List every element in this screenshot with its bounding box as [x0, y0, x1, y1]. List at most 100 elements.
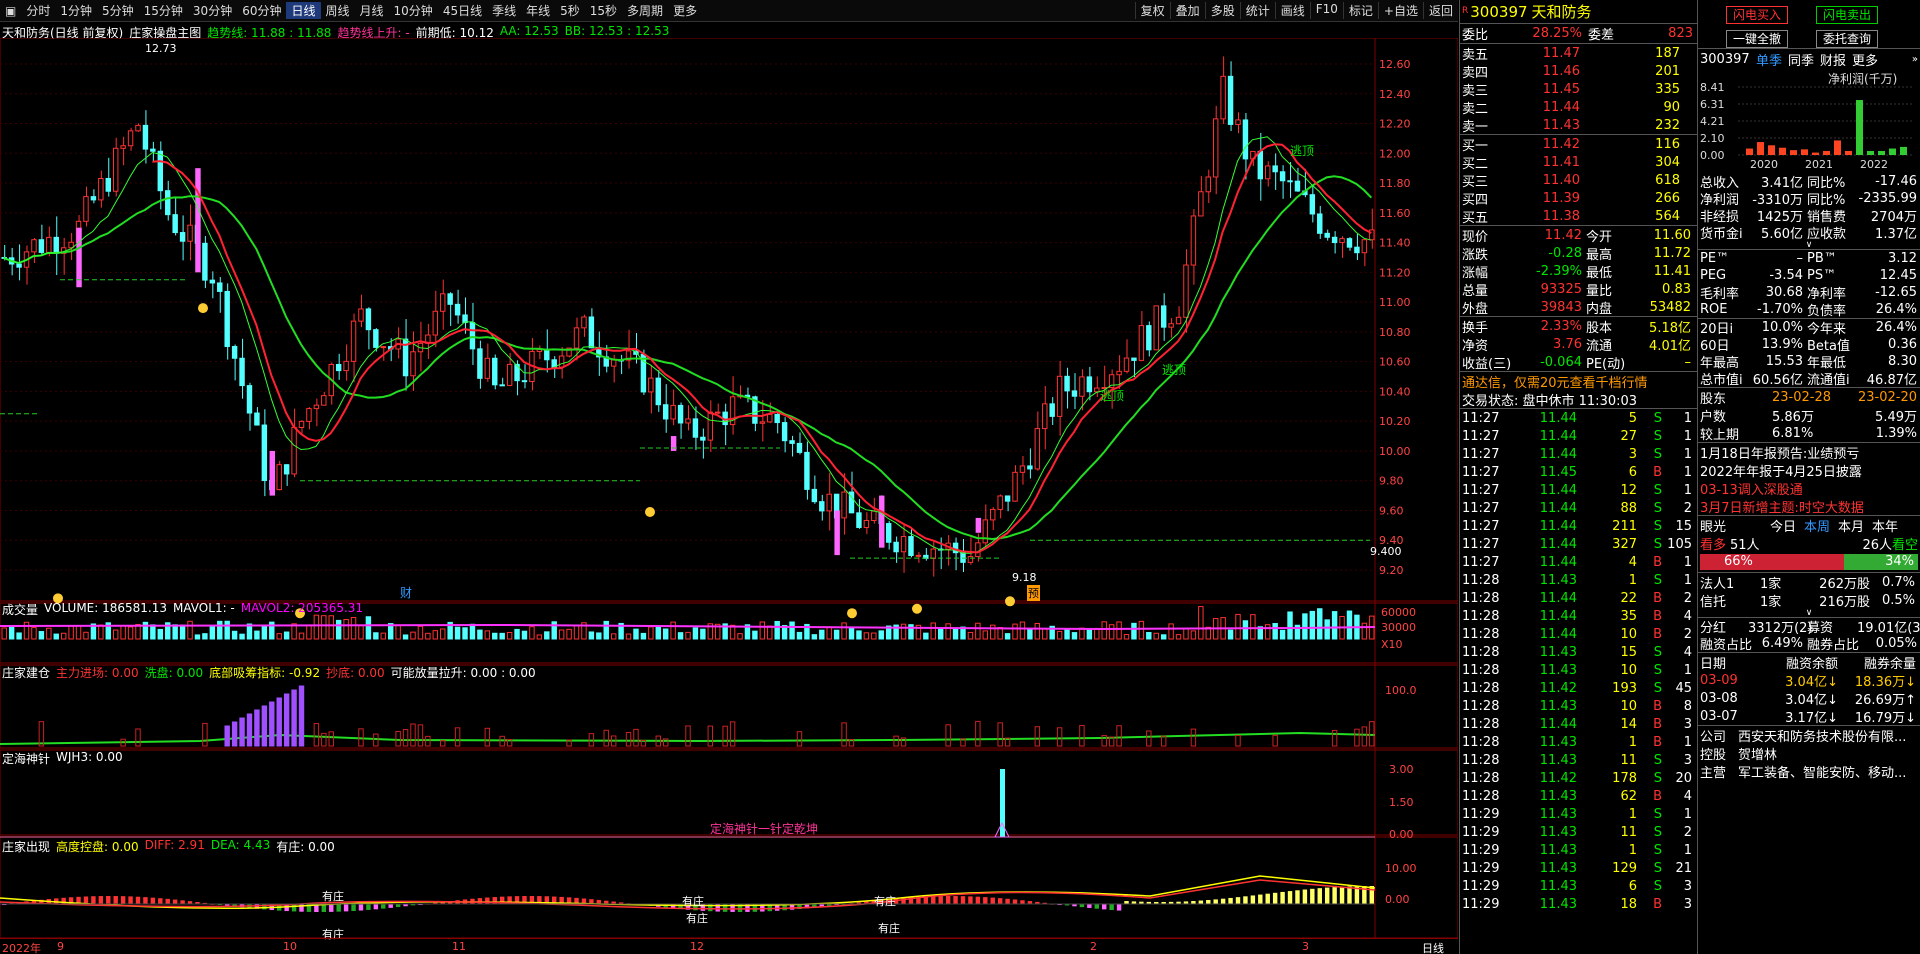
back-button[interactable]: 返回: [1422, 2, 1458, 19]
candle-body: [930, 548, 936, 559]
macd-bar: [113, 896, 118, 904]
youzhuang-tag-4: 有庄: [686, 912, 708, 925]
add-watchlist-button[interactable]: +自选: [1377, 2, 1423, 19]
tag-yu[interactable]: 预: [1027, 585, 1040, 601]
cancel-all-button[interactable]: 一键全撤: [1726, 30, 1789, 48]
jiancang-bar: [722, 725, 728, 747]
tick-row: 11:27 11.45 6 B 1: [1460, 463, 1697, 481]
level2-notice[interactable]: 通达信，仅需20元查看千档行情: [1460, 372, 1697, 391]
tab-daily[interactable]: 日线: [286, 2, 321, 19]
jiancang-bar: [1369, 721, 1375, 747]
tab-more[interactable]: 更多: [668, 2, 702, 19]
period-tab-bottom[interactable]: 日线: [1422, 940, 1444, 954]
tab-monthly[interactable]: 月线: [355, 2, 389, 19]
volume-bar: [1012, 623, 1018, 640]
buy-row[interactable]: 买二 11.41 304: [1460, 153, 1697, 172]
menu-icon[interactable]: ▣: [0, 4, 21, 18]
kline-chart-area[interactable]: 12.60 12.40 12.20 12.00 11.80 11.60 11.40 11.20…: [0, 38, 1458, 954]
stat-label: 最低: [1586, 265, 1613, 281]
tab-weekly[interactable]: 周线: [321, 2, 355, 19]
tab-multi-period[interactable]: 多周期: [622, 2, 668, 19]
buy-row[interactable]: 买三 11.40 618: [1460, 171, 1697, 190]
multi-stock-button[interactable]: 多股: [1204, 2, 1240, 19]
tab-60min[interactable]: 60分钟: [237, 2, 286, 19]
tag-cai[interactable]: 财: [400, 584, 412, 601]
y-tick-label: 60000: [1381, 606, 1416, 619]
tab-5sec[interactable]: 5秒: [555, 2, 585, 19]
tick-volume: 327: [1612, 536, 1637, 552]
tab-15min[interactable]: 15分钟: [139, 2, 188, 19]
fin-tab-report[interactable]: 财报: [1820, 50, 1846, 69]
dinghai-title[interactable]: 定海神针: [2, 750, 50, 767]
fin-tab-same[interactable]: 同季: [1788, 50, 1814, 69]
tick-side: B: [1653, 626, 1662, 642]
volume-title[interactable]: 成交量: [2, 601, 38, 618]
chuxian-title[interactable]: 庄家出现: [2, 838, 50, 855]
sell-row[interactable]: 卖五 11.47 187: [1460, 44, 1697, 63]
news-list[interactable]: 1月18日年报预告:业绩预亏 2022年年报于4月25日披露 03-13调入深股通 3…: [1698, 443, 1920, 516]
profit-bar: [1867, 150, 1874, 155]
book-volume: 564: [1655, 208, 1680, 224]
fin-expand-icon[interactable]: »: [1912, 54, 1918, 65]
news-item[interactable]: 2022年年报于4月25日披露: [1698, 461, 1920, 480]
eye-tab[interactable]: 本月: [1838, 516, 1864, 535]
sell-row[interactable]: 卖一 11.43 232: [1460, 116, 1697, 135]
jiancang-bar: [276, 697, 282, 747]
volume-info: 成交量 VOLUME: 186581.13 MAVOL1: - MAVOL2: …: [2, 601, 363, 618]
volume-bar: [335, 619, 342, 640]
candle-body: [1079, 376, 1085, 397]
stat-label: 换手: [1462, 320, 1489, 336]
holders-label: 股东: [1700, 391, 1727, 407]
tab-year[interactable]: 年线: [521, 2, 555, 19]
stats-button[interactable]: 统计: [1239, 2, 1275, 19]
eye-tab[interactable]: 今日: [1770, 516, 1796, 535]
fin-label: 毛利率: [1700, 287, 1740, 302]
candle-body: [1227, 75, 1234, 125]
news-item[interactable]: 03-13调入深股通: [1698, 479, 1920, 498]
flash-sell-button[interactable]: 闪电卖出: [1816, 6, 1879, 24]
f10-button[interactable]: F10: [1309, 2, 1343, 19]
fin-tab-more[interactable]: 更多: [1852, 50, 1878, 69]
news-item[interactable]: 1月18日年报预告:业绩预亏: [1698, 443, 1920, 462]
order-query-button[interactable]: 委托查询: [1816, 30, 1879, 48]
buy-row[interactable]: 买四 11.39 266: [1460, 189, 1697, 208]
overlay-button[interactable]: 叠加: [1169, 2, 1205, 19]
eye-tab[interactable]: 本年: [1872, 516, 1898, 535]
sell-row[interactable]: 卖三 11.45 335: [1460, 80, 1697, 99]
fuquan-button[interactable]: 复权: [1134, 2, 1170, 19]
tab-quarter[interactable]: 季线: [487, 2, 521, 19]
candle-body: [1138, 325, 1145, 361]
volume-bar: [1004, 633, 1011, 640]
candle-body: [157, 150, 164, 192]
fin-tab-single[interactable]: 单季: [1756, 50, 1782, 69]
tab-10min[interactable]: 10分钟: [389, 2, 438, 19]
buy-row[interactable]: 买一 11.42 116: [1460, 135, 1697, 154]
mark-button[interactable]: 标记: [1342, 2, 1378, 19]
tab-fenshi[interactable]: 分时: [21, 2, 55, 19]
stat-value: 11.41: [1653, 263, 1691, 279]
volume-bar: [46, 627, 52, 640]
news-item[interactable]: 3月7日新增主题:时空大数据: [1698, 497, 1920, 516]
tick-list[interactable]: 11:27 11.44 5 S 1 11:27 11.44 27 S 1 11:27 11.44 3 S 1…: [1460, 409, 1697, 912]
weibi-value: 28.25%: [1532, 26, 1582, 41]
y-tick-label: 10.00: [1385, 862, 1417, 875]
tab-1min[interactable]: 1分钟: [55, 2, 97, 19]
sell-row[interactable]: 卖四 11.46 201: [1460, 62, 1697, 81]
jiancang-title[interactable]: 庄家建仓: [2, 664, 50, 681]
tab-15sec[interactable]: 15秒: [585, 2, 622, 19]
tab-45day[interactable]: 45日线: [438, 2, 487, 19]
tick-count: 3: [1683, 752, 1692, 768]
fin-value: 10.0%: [1761, 320, 1803, 335]
tick-row: 11:28 11.44 35 B 4: [1460, 607, 1697, 625]
candle-body: [1131, 357, 1137, 361]
flash-buy-button[interactable]: 闪电买入: [1726, 6, 1789, 24]
draw-button[interactable]: 画线: [1274, 2, 1310, 19]
margin-cell: 16.79万↓: [1854, 710, 1916, 726]
sell-row[interactable]: 卖二 11.44 90: [1460, 98, 1697, 117]
buy-row[interactable]: 买五 11.38 564: [1460, 207, 1697, 226]
eye-tab[interactable]: 本周: [1804, 516, 1830, 535]
candle-body: [306, 408, 312, 422]
tab-30min[interactable]: 30分钟: [188, 2, 237, 19]
tab-5min[interactable]: 5分钟: [97, 2, 139, 19]
candle-body: [990, 508, 996, 521]
